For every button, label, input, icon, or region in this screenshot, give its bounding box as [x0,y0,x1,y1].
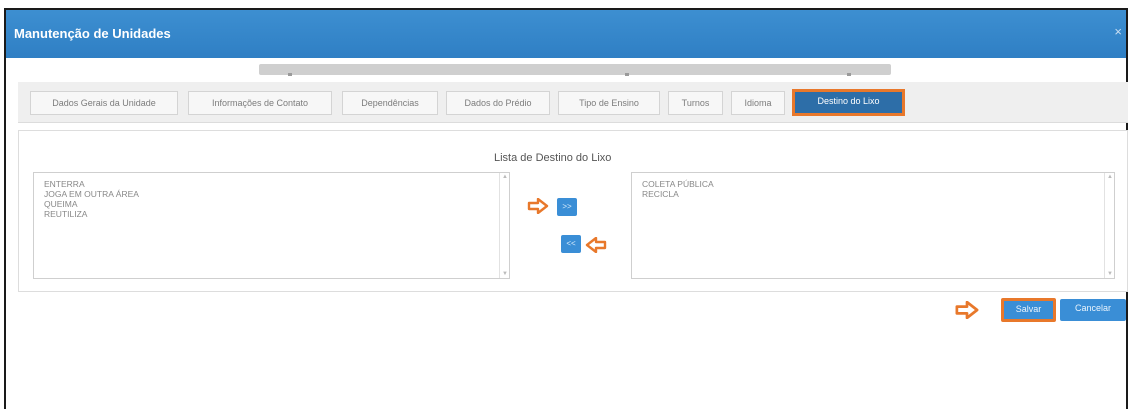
dialog-titlebar: Manutenção de Unidades × [6,10,1126,58]
remove-item-button[interactable]: << [561,235,581,253]
tab-bar: Dados Gerais da Unidade Informações de C… [18,82,1128,123]
list-item[interactable]: JOGA EM OUTRA ÁREA [34,189,139,199]
list-item[interactable]: ENTERRA [34,179,139,189]
close-icon[interactable]: × [1114,24,1122,39]
scroll-down-icon[interactable]: ▼ [502,271,508,277]
tab-idioma[interactable]: Idioma [731,91,785,115]
tab-dependencias[interactable]: Dependências [342,91,438,115]
panel-title: Lista de Destino do Lixo [494,152,612,164]
cancel-button[interactable]: Cancelar [1060,299,1126,321]
selected-list[interactable]: COLETA PÚBLICA RECICLA ▲ ▼ [631,172,1115,279]
available-scrollbar[interactable]: ▲ ▼ [499,173,509,278]
available-items: ENTERRA JOGA EM OUTRA ÁREA QUEIMA REUTIL… [34,179,139,219]
available-list[interactable]: ENTERRA JOGA EM OUTRA ÁREA QUEIMA REUTIL… [33,172,510,279]
tab-tipo-ensino[interactable]: Tipo de Ensino [558,91,660,115]
tab-dados-gerais[interactable]: Dados Gerais da Unidade [30,91,178,115]
scroll-tick [625,73,629,76]
list-item[interactable]: RECICLA [632,189,714,199]
list-item[interactable]: REUTILIZA [34,209,139,219]
arrow-right-icon [527,198,549,214]
scroll-up-icon[interactable]: ▲ [502,174,508,180]
tab-destino-lixo[interactable]: Destino do Lixo [792,89,905,116]
list-item[interactable]: QUEIMA [34,199,139,209]
destino-lixo-panel: Lista de Destino do Lixo ENTERRA JOGA EM… [18,130,1128,292]
tab-turnos[interactable]: Turnos [668,91,723,115]
save-button[interactable]: Salvar [1001,298,1056,322]
scroll-down-icon[interactable]: ▼ [1107,271,1113,277]
scroll-tick [847,73,851,76]
dialog-title: Manutenção de Unidades [14,26,171,41]
tab-scroll-strip[interactable] [259,64,891,76]
selected-items: COLETA PÚBLICA RECICLA [632,179,714,199]
dialog-window: Manutenção de Unidades × Dados Gerais da… [4,8,1128,409]
tab-informacoes-contato[interactable]: Informações de Contato [188,91,332,115]
scroll-tick [288,73,292,76]
arrow-left-icon [585,237,607,253]
tab-dados-predio[interactable]: Dados do Prédio [446,91,550,115]
scroll-up-icon[interactable]: ▲ [1107,174,1113,180]
list-item[interactable]: COLETA PÚBLICA [632,179,714,189]
selected-scrollbar[interactable]: ▲ ▼ [1104,173,1114,278]
add-item-button[interactable]: >> [557,198,577,216]
arrow-right-icon [955,301,979,319]
